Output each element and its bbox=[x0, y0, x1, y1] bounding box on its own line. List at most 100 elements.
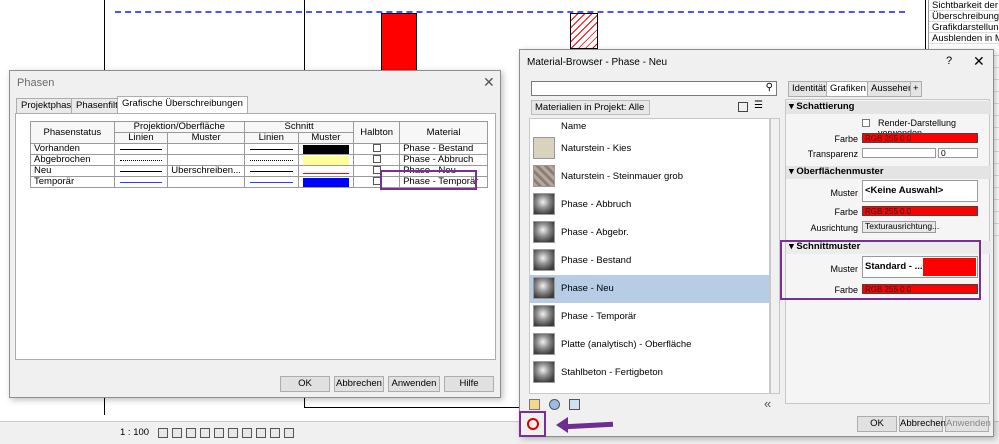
cancel-button[interactable]: Abbrechen bbox=[899, 416, 946, 432]
line-sample bbox=[119, 170, 163, 172]
close-icon[interactable]: ✕ bbox=[483, 74, 495, 91]
list-item[interactable]: Phase - Abbruch bbox=[530, 191, 769, 219]
library-icon[interactable] bbox=[529, 399, 540, 410]
schnitt-linien-cell[interactable] bbox=[243, 176, 299, 188]
list-item[interactable]: Naturstein - Kies bbox=[530, 135, 769, 163]
table-row[interactable]: Abgebrochen Phase - Abbruch bbox=[30, 154, 488, 166]
schnitt-muster-cell[interactable] bbox=[297, 165, 355, 177]
schnitt-muster-cell[interactable] bbox=[297, 154, 355, 166]
color-field[interactable]: RGB 255 0 0 bbox=[862, 206, 978, 216]
detail-level-icon[interactable] bbox=[158, 428, 168, 438]
hide-isolate-icon[interactable] bbox=[256, 428, 266, 438]
apply-button[interactable]: Anwenden bbox=[388, 376, 440, 392]
proj-linien-cell[interactable] bbox=[113, 176, 169, 188]
close-icon[interactable]: ✕ bbox=[973, 53, 985, 70]
list-view-icon[interactable] bbox=[738, 102, 748, 112]
visual-style-icon[interactable] bbox=[172, 428, 182, 438]
proj-muster-cell[interactable]: Überschreiben... bbox=[167, 165, 245, 177]
transparenz-label: Transparenz bbox=[807, 149, 858, 159]
transparency-input[interactable]: 0 bbox=[938, 148, 978, 158]
halbton-checkbox[interactable] bbox=[372, 155, 381, 164]
collapse-icon[interactable]: « bbox=[764, 396, 771, 411]
material-name: Phase - Temporär bbox=[561, 311, 637, 322]
show-crop-icon[interactable] bbox=[228, 428, 238, 438]
schnitt-muster-cell[interactable] bbox=[297, 143, 355, 155]
help-button[interactable]: Hilfe bbox=[444, 376, 494, 392]
section-header[interactable]: ▾ Oberflächenmuster bbox=[786, 166, 991, 179]
cancel-button[interactable]: Abbrechen bbox=[334, 376, 384, 392]
color-field[interactable]: RGB 255 0 0 bbox=[862, 133, 978, 143]
proj-muster-cell[interactable] bbox=[167, 176, 245, 188]
prop-row[interactable]: Überschreibungen bbox=[929, 11, 999, 22]
list-item[interactable]: Naturstein - Steinmauer grob bbox=[530, 163, 769, 191]
schnitt-linien-cell[interactable] bbox=[243, 165, 299, 177]
material-thumbnail bbox=[533, 249, 555, 271]
arrow-head bbox=[556, 417, 568, 433]
proj-muster-cell[interactable] bbox=[167, 143, 245, 155]
halbton-cell[interactable] bbox=[353, 154, 401, 166]
material-name: Phase - Neu bbox=[561, 283, 614, 294]
list-header-name[interactable]: Name bbox=[561, 121, 586, 132]
tab-grafiken[interactable]: Grafiken bbox=[826, 81, 870, 97]
section-header[interactable]: ▾ Schattierung bbox=[786, 101, 991, 114]
proj-muster-cell[interactable] bbox=[167, 154, 245, 166]
scale-label[interactable]: 1 : 100 bbox=[120, 427, 149, 438]
schnitt-linien-cell[interactable] bbox=[243, 143, 299, 155]
prop-row[interactable]: Grafikdarstellungs bbox=[929, 22, 999, 33]
list-item[interactable]: Phase - Bestand bbox=[530, 247, 769, 275]
apply-button[interactable]: Anwenden bbox=[945, 416, 991, 432]
shadows-icon[interactable] bbox=[200, 428, 210, 438]
analytical-model-icon[interactable] bbox=[284, 428, 294, 438]
hatched-column[interactable] bbox=[570, 13, 598, 49]
material-cell[interactable]: Phase - Bestand bbox=[399, 143, 488, 155]
reveal-hidden-icon[interactable] bbox=[270, 428, 280, 438]
sort-options-icon[interactable]: ☰ bbox=[754, 100, 763, 111]
add-tab-button[interactable]: + bbox=[910, 81, 922, 97]
table-row[interactable]: Vorhanden Phase - Bestand bbox=[30, 143, 488, 155]
search-icon[interactable]: ⚲ bbox=[766, 82, 773, 93]
material-thumbnail bbox=[533, 193, 555, 215]
search-input[interactable]: ⚲ bbox=[531, 81, 777, 96]
list-item[interactable]: Phase - Temporär bbox=[530, 303, 769, 331]
list-item[interactable]: Phase - Abgebr. bbox=[530, 219, 769, 247]
schnitt-linien-cell[interactable] bbox=[243, 154, 299, 166]
proj-linien-cell[interactable] bbox=[113, 154, 169, 166]
halbton-cell[interactable] bbox=[353, 143, 401, 155]
ok-button[interactable]: OK bbox=[857, 416, 897, 432]
render-checkbox[interactable] bbox=[862, 119, 870, 127]
prop-row[interactable]: Sichtbarkeit der Te bbox=[929, 0, 999, 11]
material-filter-dropdown[interactable]: Materialien in Projekt: Alle bbox=[531, 100, 650, 115]
asset-browser-icon[interactable] bbox=[549, 399, 560, 410]
material-name: Phase - Bestand bbox=[561, 255, 632, 266]
highlight-box bbox=[380, 170, 477, 190]
dialog-title: Material-Browser - Phase - Neu bbox=[527, 57, 668, 68]
material-cell[interactable]: Phase - Abbruch bbox=[399, 154, 488, 166]
transparency-slider[interactable] bbox=[862, 148, 936, 158]
crop-view-icon[interactable] bbox=[214, 428, 224, 438]
ok-button[interactable]: OK bbox=[280, 376, 330, 392]
farbe-label: Farbe bbox=[834, 134, 858, 144]
material-tabs: Identität Grafiken Aussehen + bbox=[788, 81, 991, 97]
lock-view-icon[interactable] bbox=[242, 428, 252, 438]
list-item[interactable]: Stahlbeton - Fertigbeton bbox=[530, 359, 769, 387]
list-scrollbar[interactable] bbox=[770, 118, 780, 394]
list-item-selected[interactable]: Phase - Neu bbox=[530, 275, 769, 303]
halbton-checkbox[interactable] bbox=[372, 144, 381, 153]
material-name: Platte (analytisch) - Oberfläche bbox=[561, 339, 692, 350]
col-header-phasenstatus: Phasenstatus bbox=[30, 121, 115, 144]
list-item[interactable]: Platte (analytisch) - Oberfläche bbox=[530, 331, 769, 359]
tab-grafische-ueberschreibungen[interactable]: Grafische Überschreibungen bbox=[117, 96, 248, 114]
proj-linien-cell[interactable] bbox=[113, 143, 169, 155]
help-icon[interactable]: ? bbox=[946, 55, 952, 67]
schnitt-muster-cell[interactable] bbox=[297, 176, 355, 188]
no-material-icon[interactable] bbox=[527, 418, 539, 430]
tab-identitaet[interactable]: Identität bbox=[788, 81, 830, 97]
prop-row[interactable]: Ausblenden in Ma bbox=[929, 33, 999, 44]
proj-linien-cell[interactable] bbox=[113, 165, 169, 177]
surface-pattern-field[interactable]: <Keine Auswahl> bbox=[862, 180, 978, 202]
material-editor-icon[interactable] bbox=[569, 399, 580, 410]
texture-alignment-button[interactable]: Texturausrichtung... bbox=[862, 221, 939, 233]
material-name: Stahlbeton - Fertigbeton bbox=[561, 367, 663, 378]
sun-path-icon[interactable] bbox=[186, 428, 196, 438]
material-thumbnail bbox=[533, 137, 555, 159]
